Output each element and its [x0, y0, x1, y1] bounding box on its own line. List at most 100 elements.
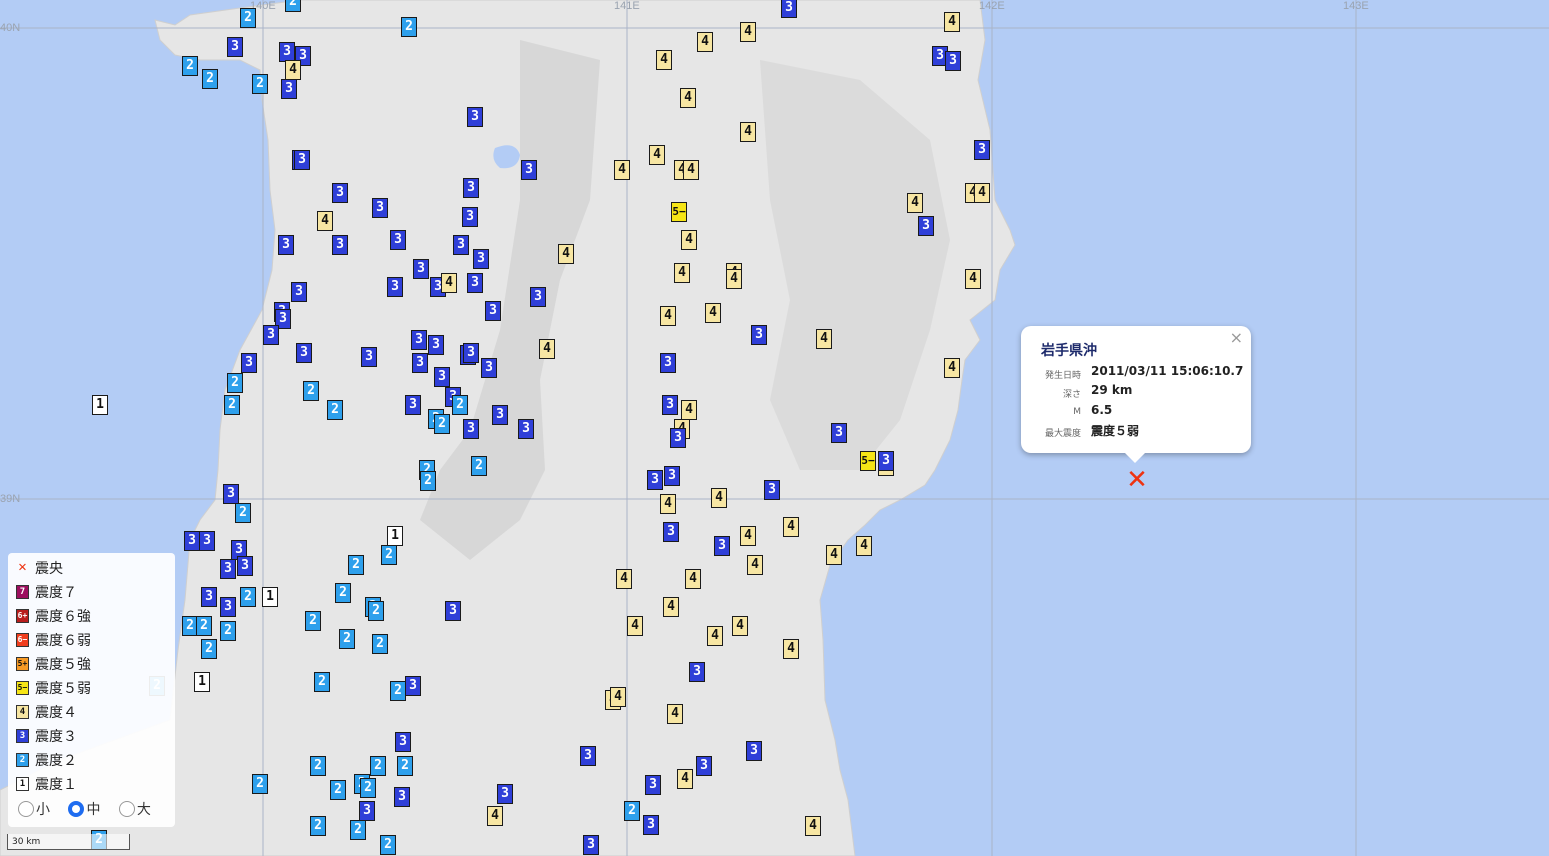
- intensity-marker[interactable]: 2: [360, 778, 376, 798]
- intensity-marker[interactable]: 2: [305, 611, 321, 631]
- intensity-marker[interactable]: 2: [390, 681, 406, 701]
- intensity-marker[interactable]: 3: [660, 353, 676, 373]
- size-medium-radio[interactable]: [68, 801, 85, 817]
- intensity-marker[interactable]: 3: [492, 405, 508, 425]
- intensity-marker[interactable]: 3: [714, 536, 730, 556]
- intensity-marker[interactable]: 4: [740, 526, 756, 546]
- intensity-marker[interactable]: 4: [805, 816, 821, 836]
- intensity-marker[interactable]: 4: [680, 88, 696, 108]
- intensity-marker[interactable]: 4: [558, 244, 574, 264]
- intensity-marker[interactable]: 2: [368, 601, 384, 621]
- intensity-marker[interactable]: 4: [539, 339, 555, 359]
- intensity-marker[interactable]: 1: [387, 526, 403, 546]
- intensity-marker[interactable]: 3: [281, 79, 297, 99]
- intensity-marker[interactable]: 5−: [860, 451, 876, 471]
- intensity-marker[interactable]: 3: [831, 423, 847, 443]
- intensity-marker[interactable]: 4: [685, 569, 701, 589]
- intensity-marker[interactable]: 3: [199, 531, 215, 551]
- intensity-marker[interactable]: 4: [441, 273, 457, 293]
- intensity-marker[interactable]: 4: [732, 616, 748, 636]
- intensity-marker[interactable]: 4: [616, 569, 632, 589]
- intensity-marker[interactable]: 4: [656, 50, 672, 70]
- intensity-marker[interactable]: 2: [310, 756, 326, 776]
- intensity-marker[interactable]: 4: [740, 22, 756, 42]
- intensity-marker[interactable]: 2: [327, 400, 343, 420]
- intensity-marker[interactable]: 3: [453, 235, 469, 255]
- intensity-marker[interactable]: 2: [202, 69, 218, 89]
- intensity-marker[interactable]: 1: [92, 395, 108, 415]
- intensity-marker[interactable]: 3: [764, 480, 780, 500]
- intensity-marker[interactable]: 3: [485, 301, 501, 321]
- intensity-marker[interactable]: 3: [583, 835, 599, 855]
- intensity-marker[interactable]: 3: [463, 419, 479, 439]
- intensity-marker[interactable]: 3: [751, 325, 767, 345]
- intensity-marker[interactable]: 4: [627, 616, 643, 636]
- intensity-marker[interactable]: 4: [944, 12, 960, 32]
- intensity-marker[interactable]: 4: [697, 32, 713, 52]
- intensity-marker[interactable]: 2: [350, 820, 366, 840]
- intensity-marker[interactable]: 4: [677, 769, 693, 789]
- intensity-marker[interactable]: 2: [220, 621, 236, 641]
- intensity-marker[interactable]: 4: [726, 269, 742, 289]
- intensity-marker[interactable]: 3: [394, 787, 410, 807]
- intensity-marker[interactable]: 3: [413, 259, 429, 279]
- intensity-marker[interactable]: 4: [614, 160, 630, 180]
- intensity-marker[interactable]: 4: [705, 303, 721, 323]
- intensity-marker[interactable]: 4: [965, 269, 981, 289]
- intensity-marker[interactable]: 3: [662, 395, 678, 415]
- intensity-marker[interactable]: 3: [746, 741, 762, 761]
- intensity-marker[interactable]: 2: [285, 0, 301, 12]
- intensity-marker[interactable]: 4: [681, 400, 697, 420]
- intensity-marker[interactable]: 3: [405, 395, 421, 415]
- close-icon[interactable]: ×: [1230, 328, 1243, 347]
- intensity-marker[interactable]: 2: [240, 8, 256, 28]
- intensity-marker[interactable]: 2: [381, 545, 397, 565]
- intensity-marker[interactable]: 4: [856, 536, 872, 556]
- intensity-marker[interactable]: 3: [670, 428, 686, 448]
- intensity-marker[interactable]: 3: [481, 358, 497, 378]
- intensity-marker[interactable]: 4: [285, 60, 301, 80]
- intensity-marker[interactable]: 4: [663, 597, 679, 617]
- intensity-marker[interactable]: 2: [240, 587, 256, 607]
- intensity-marker[interactable]: 3: [696, 756, 712, 776]
- intensity-marker[interactable]: 4: [707, 626, 723, 646]
- intensity-marker[interactable]: 3: [643, 815, 659, 835]
- intensity-marker[interactable]: 3: [428, 335, 444, 355]
- intensity-marker[interactable]: 3: [462, 207, 478, 227]
- intensity-marker[interactable]: 4: [674, 263, 690, 283]
- intensity-marker[interactable]: 2: [310, 816, 326, 836]
- intensity-marker[interactable]: 4: [816, 329, 832, 349]
- intensity-marker[interactable]: 1: [262, 587, 278, 607]
- intensity-marker[interactable]: 3: [291, 282, 307, 302]
- intensity-marker[interactable]: 2: [401, 17, 417, 37]
- intensity-marker[interactable]: 3: [223, 484, 239, 504]
- intensity-marker[interactable]: 2: [420, 471, 436, 491]
- intensity-marker[interactable]: 2: [372, 634, 388, 654]
- intensity-marker[interactable]: 4: [610, 687, 626, 707]
- intensity-marker[interactable]: 3: [395, 732, 411, 752]
- intensity-marker[interactable]: 2: [330, 780, 346, 800]
- intensity-marker[interactable]: 2: [235, 503, 251, 523]
- intensity-marker[interactable]: 3: [521, 160, 537, 180]
- intensity-marker[interactable]: 3: [445, 601, 461, 621]
- intensity-marker[interactable]: 3: [359, 801, 375, 821]
- intensity-marker[interactable]: 3: [278, 235, 294, 255]
- intensity-marker[interactable]: 3: [663, 522, 679, 542]
- intensity-marker[interactable]: 3: [974, 140, 990, 160]
- intensity-marker[interactable]: 4: [826, 545, 842, 565]
- intensity-marker[interactable]: 3: [237, 556, 253, 576]
- intensity-marker[interactable]: 3: [645, 775, 661, 795]
- intensity-marker[interactable]: 3: [412, 353, 428, 373]
- intensity-marker[interactable]: 2: [471, 456, 487, 476]
- intensity-marker[interactable]: 3: [372, 198, 388, 218]
- intensity-marker[interactable]: 3: [878, 451, 894, 471]
- intensity-marker[interactable]: 3: [296, 343, 312, 363]
- intensity-marker[interactable]: 4: [783, 639, 799, 659]
- intensity-marker[interactable]: 2: [182, 56, 198, 76]
- intensity-marker[interactable]: 3: [361, 347, 377, 367]
- intensity-marker[interactable]: 3: [664, 466, 680, 486]
- intensity-marker[interactable]: 2: [380, 835, 396, 855]
- size-small-radio[interactable]: [18, 801, 34, 817]
- intensity-marker[interactable]: 3: [580, 746, 596, 766]
- intensity-marker[interactable]: 4: [317, 211, 333, 231]
